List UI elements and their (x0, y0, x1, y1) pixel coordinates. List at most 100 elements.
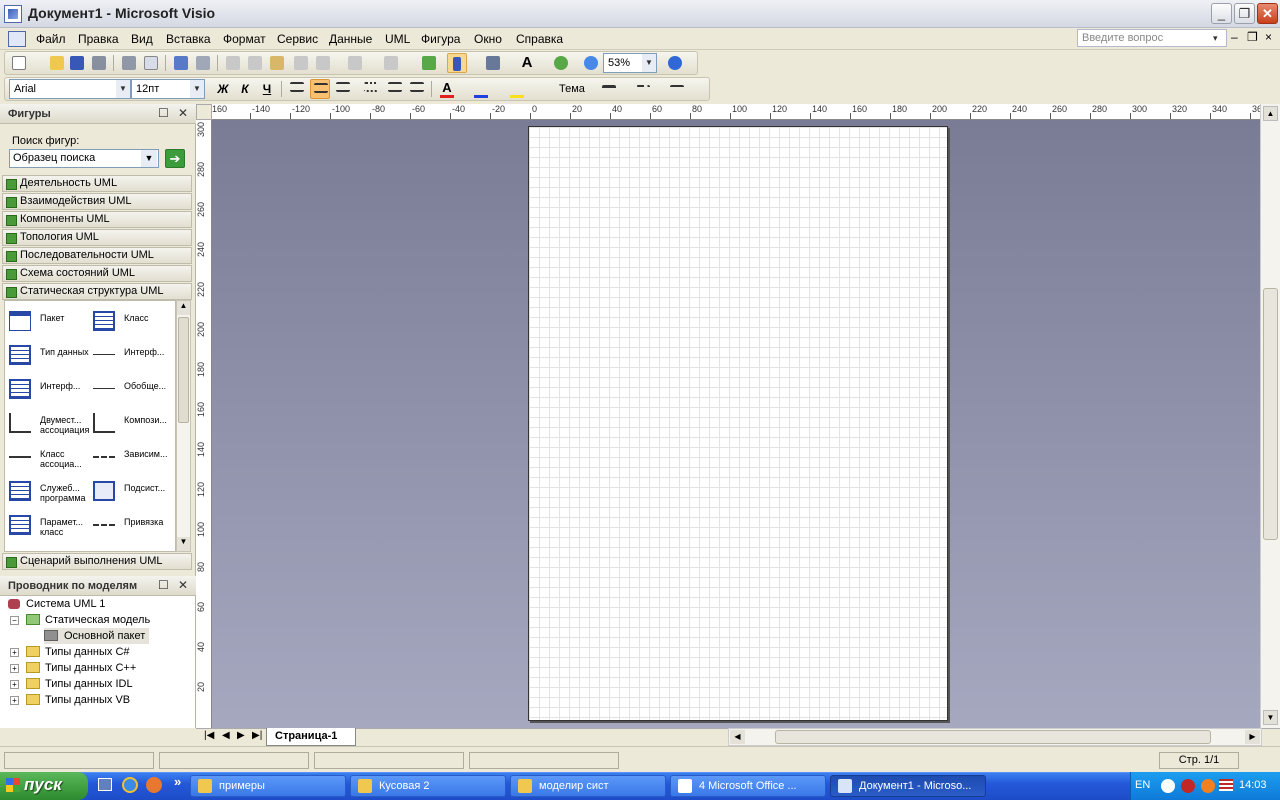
stencil-sequence[interactable]: Последовательности UML (2, 247, 192, 264)
scroll-down-icon[interactable]: ▼ (1263, 710, 1278, 725)
decrease-indent-icon[interactable] (385, 79, 405, 99)
taskbar-task[interactable]: моделир сист (510, 775, 666, 797)
menu-edit[interactable]: Правка (78, 32, 119, 46)
show-desktop-icon[interactable] (98, 778, 112, 791)
collapse-icon[interactable]: − (10, 616, 19, 625)
internet-explorer-icon[interactable] (122, 777, 138, 793)
pan-zoom-icon[interactable] (581, 53, 601, 73)
tree-main-package[interactable]: Основной пакет (44, 628, 150, 644)
font-size-combo[interactable]: 12пт ▼ (131, 79, 205, 99)
stencil-shape[interactable]: Подсист... (89, 475, 173, 509)
stencil-component[interactable]: Компоненты UML (2, 211, 192, 228)
stencil-shape[interactable]: Служеб... программа (5, 475, 89, 509)
line-pattern-icon[interactable] (633, 79, 653, 99)
tree-datatype-folder[interactable]: + Типы данных C# (10, 644, 130, 660)
cut-icon[interactable] (223, 53, 243, 73)
bold-button[interactable]: Ж (213, 79, 233, 99)
stencil-shape[interactable]: Интерф... (89, 339, 173, 373)
expand-icon[interactable]: + (10, 680, 19, 689)
copy-icon[interactable] (245, 53, 265, 73)
scroll-thumb[interactable] (1263, 288, 1278, 540)
taskbar-task[interactable]: Кусовая 2 (350, 775, 506, 797)
tray-update-icon[interactable] (1201, 779, 1215, 793)
visio-app-icon[interactable] (4, 5, 22, 23)
menu-help[interactable]: Справка (516, 32, 563, 46)
stencil-collaboration[interactable]: Взаимодействия UML (2, 193, 192, 210)
menu-format[interactable]: Формат (223, 32, 266, 46)
stencil-activity[interactable]: Деятельность UML (2, 175, 192, 192)
text-tool-icon[interactable]: A (517, 53, 537, 73)
tray-security-icon[interactable] (1181, 779, 1195, 793)
stencil-shape[interactable]: Компози... (89, 407, 173, 441)
close-icon[interactable]: ✕ (178, 106, 188, 120)
taskbar-task[interactable]: 4 Microsoft Office ... (670, 775, 826, 797)
scroll-thumb[interactable] (775, 730, 1211, 744)
font-combo[interactable]: Arial ▼ (9, 79, 131, 99)
italic-button[interactable]: К (235, 79, 255, 99)
stencil-shape[interactable]: Парамет... класс (5, 509, 89, 543)
theme-button[interactable]: Тема (543, 79, 589, 99)
taskbar-task[interactable]: Документ1 - Microso... (830, 775, 986, 797)
search-go-button[interactable]: ➔ (165, 149, 185, 168)
print-preview-button[interactable] (141, 53, 161, 73)
document-icon[interactable] (8, 31, 26, 47)
doc-close-button[interactable]: × (1265, 30, 1272, 44)
language-indicator[interactable]: EN (1135, 779, 1150, 791)
menu-window[interactable]: Окно (474, 32, 502, 46)
menu-insert[interactable]: Вставка (166, 32, 211, 46)
undo-icon[interactable] (345, 53, 365, 73)
scroll-down-icon[interactable]: ▼ (177, 537, 190, 551)
stencil-scrollbar[interactable]: ▲ ▼ (176, 300, 191, 552)
restore-button[interactable]: ❐ (1234, 3, 1255, 24)
chevron-down-icon[interactable]: ▼ (116, 80, 130, 98)
start-button[interactable]: пуск (0, 772, 88, 800)
menu-shape[interactable]: Фигура (421, 32, 460, 46)
permission-button[interactable] (89, 53, 109, 73)
print-button[interactable] (119, 53, 139, 73)
redo-icon[interactable] (381, 53, 401, 73)
tree-root[interactable]: Система UML 1 (8, 596, 105, 612)
menu-view[interactable]: Вид (131, 32, 153, 46)
connector-tool-icon[interactable] (483, 53, 503, 73)
horizontal-scrollbar[interactable]: ◀ ▶ (728, 728, 1262, 746)
menu-data[interactable]: Данные (329, 32, 372, 46)
panel-menu-icon[interactable]: ☐ (158, 106, 169, 120)
line-weight-icon[interactable] (599, 79, 619, 99)
scroll-up-icon[interactable]: ▲ (177, 301, 190, 315)
stencil-deployment[interactable]: Топология UML (2, 229, 192, 246)
help-search-input[interactable]: Введите вопрос (1077, 29, 1227, 47)
align-center-icon[interactable] (310, 79, 330, 99)
scroll-right-icon[interactable]: ▶ (1245, 730, 1260, 744)
tree-datatype-folder[interactable]: + Типы данных VB (10, 692, 130, 708)
tree-static-model[interactable]: − Статическая модель (10, 612, 150, 628)
close-icon[interactable]: ✕ (178, 578, 188, 592)
format-painter-icon[interactable] (313, 53, 333, 73)
line-ends-icon[interactable] (667, 79, 687, 99)
browser-icon[interactable] (146, 777, 162, 793)
increase-indent-icon[interactable] (407, 79, 427, 99)
chevron-down-icon[interactable]: ▼ (141, 150, 157, 167)
pointer-tool-icon[interactable] (447, 53, 467, 73)
tree-datatype-folder[interactable]: + Типы данных C++ (10, 660, 136, 676)
panel-menu-icon[interactable]: ☐ (158, 578, 169, 592)
close-button[interactable]: ✕ (1257, 3, 1278, 24)
search-shapes-input[interactable]: Образец поиска (9, 149, 159, 168)
next-page-icon[interactable]: ▶ (237, 730, 245, 741)
doc-minimize-button[interactable]: – (1231, 30, 1238, 44)
stencil-shape[interactable]: Интерф... (5, 373, 89, 407)
expand-icon[interactable]: + (10, 664, 19, 673)
menu-file[interactable]: Файл (36, 32, 66, 46)
bullets-icon[interactable] (361, 79, 381, 99)
stencil-shape[interactable]: Пакет (5, 305, 89, 339)
prev-page-icon[interactable]: ◀ (222, 730, 230, 741)
stencil-use-case[interactable]: Сценарий выполнения UML (2, 553, 192, 570)
stencil-statechart[interactable]: Схема состояний UML (2, 265, 192, 282)
new-document-button[interactable] (9, 53, 29, 73)
menu-uml[interactable]: UML (385, 32, 410, 46)
stencil-shape[interactable]: Тип данных (5, 339, 89, 373)
chevron-down-icon[interactable]: ▼ (190, 80, 204, 98)
chevron-down-icon[interactable]: ▼ (642, 54, 656, 72)
zoom-combo[interactable]: 53% ▼ (603, 53, 657, 73)
research-icon[interactable] (193, 53, 213, 73)
help-dropdown-icon[interactable]: ▾ (1213, 29, 1218, 47)
